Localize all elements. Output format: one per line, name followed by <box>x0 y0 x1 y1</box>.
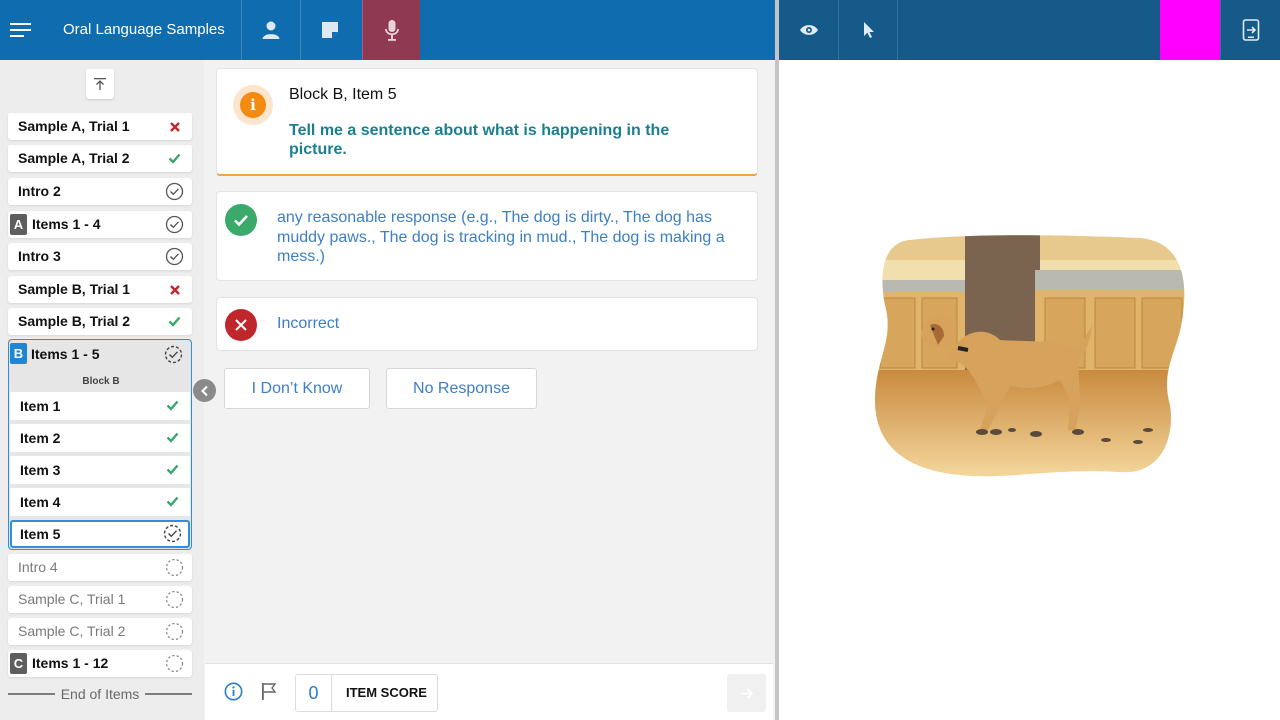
item-label: Items 1 - 4 <box>32 216 101 232</box>
item-label: Sample A, Trial 2 <box>18 150 130 166</box>
block-b-group: B Items 1 - 5 Block B Item 1 Item 2 Item… <box>8 339 192 550</box>
incorrect-response-option[interactable]: Incorrect <box>216 297 758 351</box>
check-icon <box>165 149 184 168</box>
eye-icon[interactable] <box>779 0 839 60</box>
check-icon <box>163 492 182 511</box>
block-badge-a: A <box>10 214 27 235</box>
item-score-box: 0 ITEM SCORE <box>295 674 438 712</box>
panel-divider[interactable] <box>775 0 779 720</box>
item-label: Item 5 <box>20 526 61 542</box>
list-item[interactable]: Sample A, Trial 1 <box>8 113 192 140</box>
hamburger-icon[interactable] <box>0 0 42 60</box>
item-score-label: ITEM SCORE <box>346 685 427 700</box>
item-label: Intro 4 <box>18 559 58 575</box>
x-circle-icon <box>225 309 257 341</box>
item-label: Items 1 - 12 <box>32 655 109 671</box>
item-label: Sample B, Trial 2 <box>18 313 131 329</box>
check-icon <box>163 428 182 447</box>
item-label: Sample B, Trial 1 <box>18 281 131 297</box>
examinee-toolbar <box>779 0 1280 60</box>
check-icon <box>163 396 182 415</box>
item-label: Item 4 <box>20 494 61 510</box>
correct-response-text: any reasonable response (e.g., The dog i… <box>277 209 725 265</box>
list-item[interactable]: Item 1 <box>10 392 190 420</box>
incorrect-x-icon <box>165 280 184 299</box>
item-label: Sample C, Trial 1 <box>18 591 126 607</box>
block-badge-b: B <box>10 343 27 364</box>
dont-know-button[interactable]: I Don’t Know <box>224 368 370 409</box>
list-item[interactable]: Intro 3 <box>8 243 192 270</box>
item-label: Intro 3 <box>18 248 61 264</box>
stimulus-picture-dog <box>870 230 1190 480</box>
list-item[interactable]: Item 3 <box>10 456 190 484</box>
list-item[interactable]: C Items 1 - 12 <box>8 650 192 677</box>
no-response-button[interactable]: No Response <box>386 368 537 409</box>
list-item[interactable]: Sample C, Trial 2 <box>8 618 192 645</box>
completed-circle-icon <box>165 215 184 234</box>
check-circle-icon <box>225 204 257 236</box>
end-of-items-divider: End of Items <box>8 686 192 702</box>
divider-line <box>8 693 55 695</box>
list-item[interactable]: Sample B, Trial 1 <box>8 276 192 303</box>
list-item[interactable]: Intro 4 <box>8 554 192 581</box>
list-item[interactable]: Sample A, Trial 2 <box>8 145 192 172</box>
scroll-to-top-button[interactable] <box>86 69 114 99</box>
next-item-button[interactable] <box>727 674 766 712</box>
list-item[interactable]: A Items 1 - 4 <box>8 211 192 238</box>
block-b-header[interactable]: B Items 1 - 5 <box>9 340 191 368</box>
item-label: Intro 2 <box>18 183 61 199</box>
flag-icon[interactable] <box>261 682 277 706</box>
completed-circle-icon <box>165 247 184 266</box>
correct-response-option[interactable]: any reasonable response (e.g., The dog i… <box>216 191 758 281</box>
item-label: Item 2 <box>20 430 61 446</box>
check-icon <box>163 460 182 479</box>
block-sub-label: Block B <box>82 376 120 387</box>
item-list-sidebar: Sample A, Trial 1 Sample A, Trial 2 Intr… <box>0 60 204 720</box>
magenta-block <box>1160 0 1220 60</box>
prompt-text: Tell me a sentence about what is happeni… <box>289 122 670 158</box>
person-icon[interactable] <box>241 0 299 60</box>
pending-circle-icon <box>165 622 184 641</box>
item-label: Item 3 <box>20 462 61 478</box>
item-content: i Block B, Item 5 Tell me a sentence abo… <box>205 60 773 663</box>
app-title: Oral Language Samples <box>63 21 225 38</box>
microphone-icon[interactable] <box>362 0 420 60</box>
block-badge-c: C <box>10 653 27 674</box>
examiner-panel: Oral Language Samples Sample A, Trial 1 … <box>0 0 775 720</box>
incorrect-response-text: Incorrect <box>277 315 340 332</box>
cursor-icon[interactable] <box>838 0 898 60</box>
collapse-sidebar-button[interactable] <box>193 379 216 402</box>
item-label: Sample A, Trial 1 <box>18 118 130 134</box>
block-label: Items 1 - 5 <box>31 346 100 362</box>
divider-line <box>145 693 192 695</box>
info-icon: i <box>233 85 273 125</box>
check-icon <box>165 312 184 331</box>
prompt-title: Block B, Item 5 <box>289 86 397 103</box>
list-item[interactable]: Sample B, Trial 2 <box>8 308 192 335</box>
list-item-current[interactable]: Item 5 <box>10 520 190 548</box>
note-icon[interactable] <box>300 0 358 60</box>
item-label: Sample C, Trial 2 <box>18 623 126 639</box>
list-item[interactable]: Item 4 <box>10 488 190 516</box>
in-progress-icon <box>164 345 183 364</box>
info-outline-icon[interactable] <box>224 682 243 706</box>
incorrect-x-icon <box>165 117 184 136</box>
examiner-toolbar: Oral Language Samples <box>0 0 775 60</box>
list-item[interactable]: Sample C, Trial 1 <box>8 586 192 613</box>
list-item[interactable]: Intro 2 <box>8 178 192 205</box>
item-score-value: 0 <box>296 675 332 711</box>
item-label: Item 1 <box>20 398 61 414</box>
end-of-items-label: End of Items <box>60 686 140 702</box>
pending-circle-icon <box>165 590 184 609</box>
list-item[interactable]: Item 2 <box>10 424 190 452</box>
in-progress-icon <box>163 524 182 543</box>
completed-circle-icon <box>165 182 184 201</box>
pending-circle-icon <box>165 654 184 673</box>
item-footer: 0 ITEM SCORE <box>205 663 773 720</box>
screen-switch-icon[interactable] <box>1220 0 1280 60</box>
pending-circle-icon <box>165 558 184 577</box>
prompt-card: i Block B, Item 5 Tell me a sentence abo… <box>216 68 758 176</box>
